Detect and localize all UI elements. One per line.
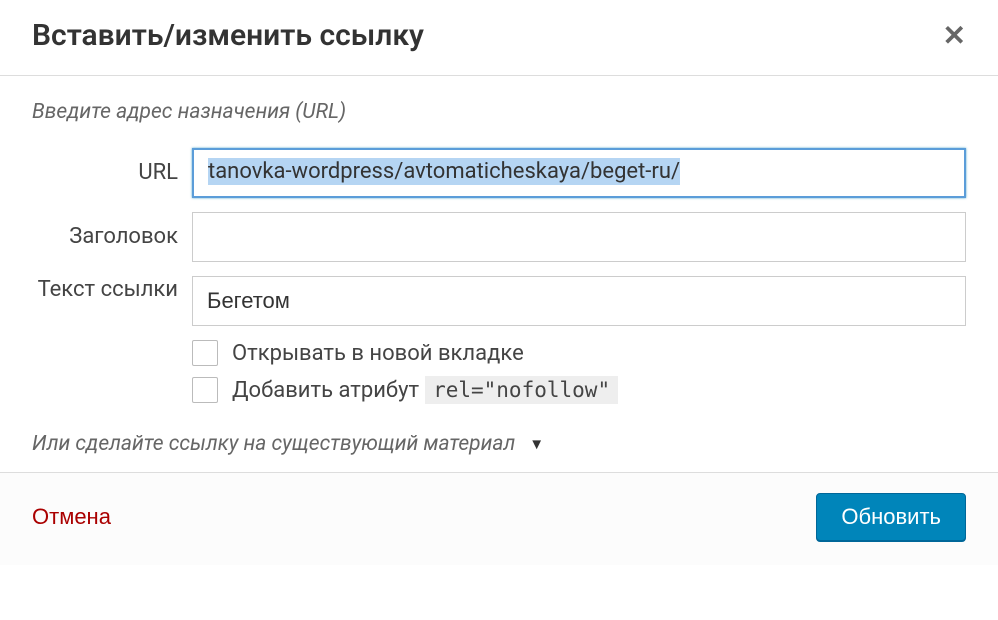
intro-text: Введите адрес назначения (URL) <box>32 100 966 124</box>
checkbox-group: Открывать в новой вкладке Добавить атриб… <box>192 340 966 404</box>
expand-existing-toggle[interactable]: Или сделайте ссылку на существующий мате… <box>32 432 966 456</box>
url-value-selection: tanovka-wordpress/avtomaticheskaya/beget… <box>208 158 680 185</box>
dialog-body: Введите адрес назначения (URL) URL tanov… <box>0 76 998 472</box>
dialog-header: Вставить/изменить ссылку ✕ <box>0 0 998 76</box>
url-row: URL tanovka-wordpress/avtomaticheskaya/b… <box>32 148 966 198</box>
linktext-row: Текст ссылки <box>32 276 966 326</box>
close-icon: ✕ <box>943 20 966 51</box>
chevron-down-icon: ▼ <box>529 435 544 453</box>
checkbox-icon <box>192 377 218 403</box>
title-input[interactable] <box>192 212 966 262</box>
nofollow-label-prefix: Добавить атрибут <box>232 378 419 403</box>
expand-label: Или сделайте ссылку на существующий мате… <box>32 432 515 456</box>
submit-button[interactable]: Обновить <box>816 493 966 541</box>
newtab-label: Открывать в новой вкладке <box>232 341 524 366</box>
url-input[interactable]: tanovka-wordpress/avtomaticheskaya/beget… <box>192 148 966 198</box>
title-row: Заголовок <box>32 212 966 262</box>
newtab-checkbox-row[interactable]: Открывать в новой вкладке <box>192 340 966 366</box>
cancel-button[interactable]: Отмена <box>32 504 111 530</box>
url-label: URL <box>32 159 192 187</box>
linktext-input[interactable] <box>192 276 966 326</box>
close-button[interactable]: ✕ <box>943 22 966 50</box>
nofollow-checkbox-row[interactable]: Добавить атрибут rel="nofollow" <box>192 376 966 404</box>
linktext-label: Текст ссылки <box>32 276 192 304</box>
dialog-footer: Отмена Обновить <box>0 472 998 565</box>
title-label: Заголовок <box>32 223 192 251</box>
nofollow-code: rel="nofollow" <box>425 376 618 404</box>
dialog-title: Вставить/изменить ссылку <box>32 18 424 53</box>
checkbox-icon <box>192 340 218 366</box>
